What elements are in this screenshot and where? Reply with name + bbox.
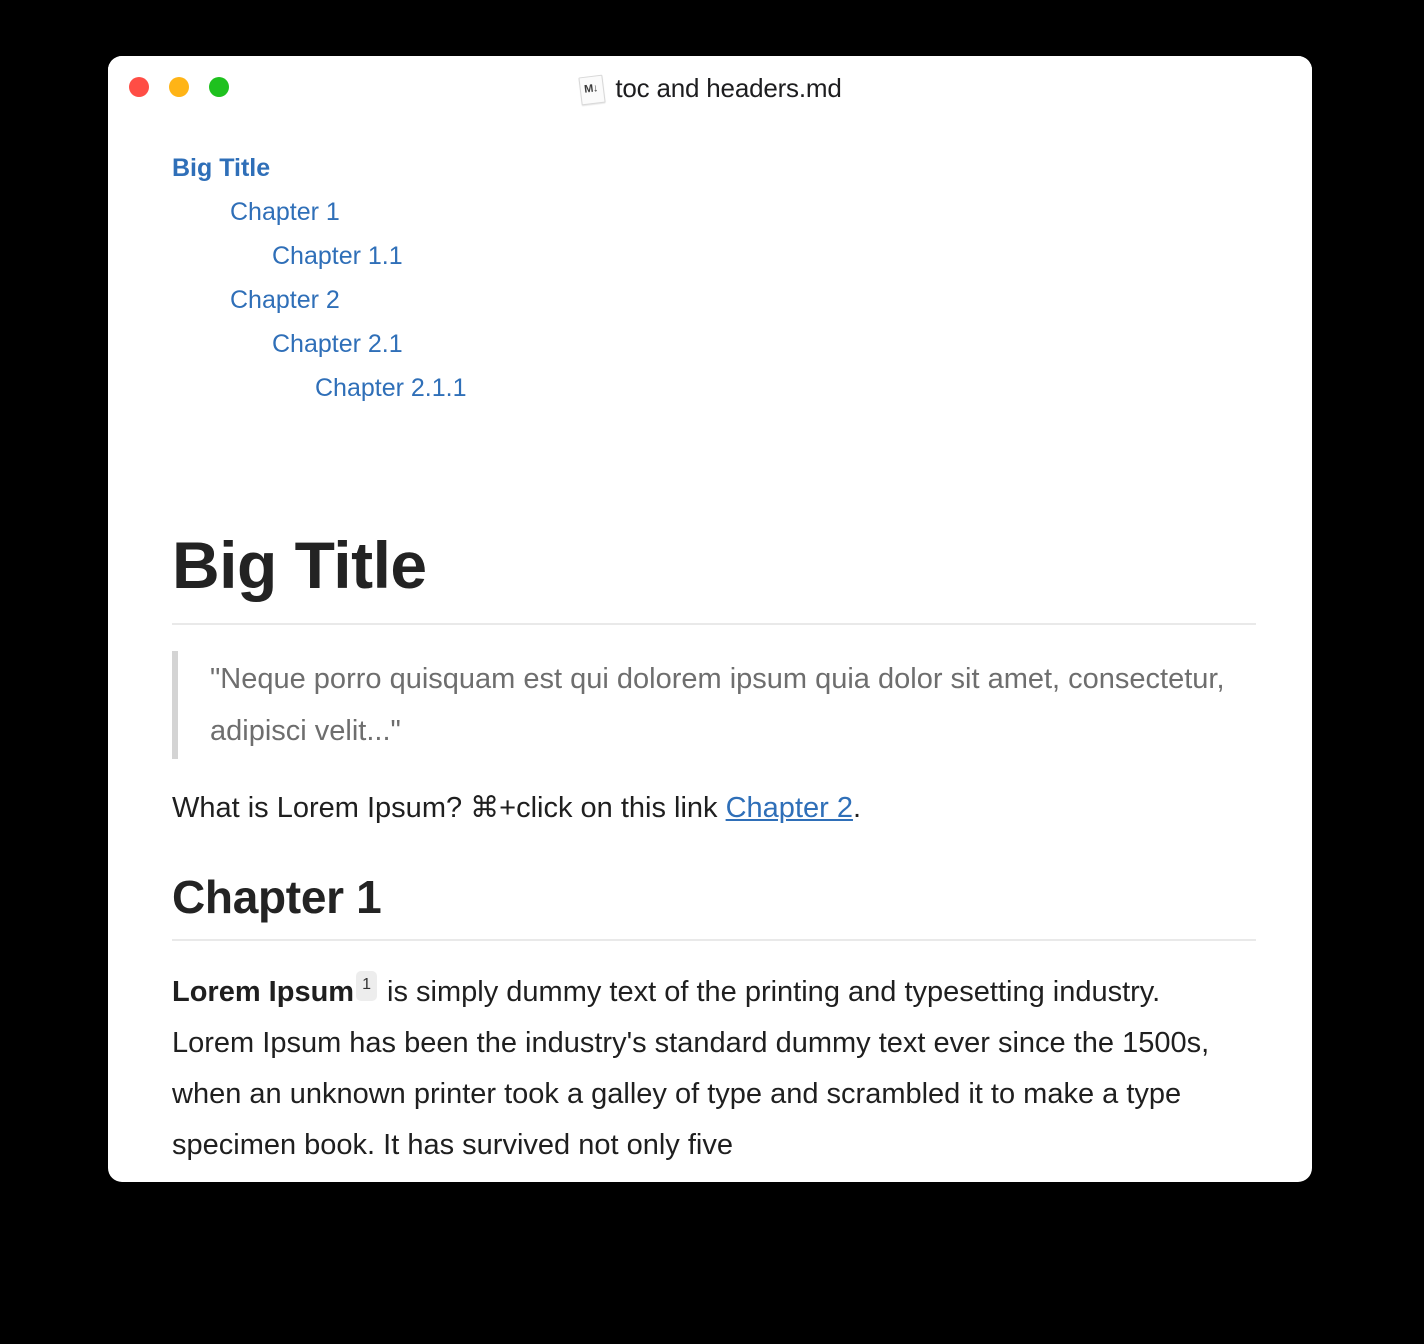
toc-item-chapter-2-1-1[interactable]: Chapter 2.1.1 [315, 366, 467, 410]
document-content: Big Title Chapter 1 Chapter 1.1 Chapter … [108, 118, 1312, 1171]
intro-text-after: . [852, 792, 862, 825]
close-window-button[interactable] [129, 77, 149, 97]
markdown-icon-glyph: M↓ [583, 81, 599, 96]
toc-spacer [172, 420, 1248, 520]
bold-lead-text: Lorem Ipsum [172, 975, 355, 1008]
minimize-window-button[interactable] [169, 77, 189, 97]
blockquote: "Neque porro quisquam est qui dolorem ip… [172, 651, 1240, 760]
window-title: toc and headers.md [615, 73, 842, 103]
document-window: M↓ toc and headers.md Big Title Chapter … [108, 56, 1312, 1182]
toc-item-chapter-2-1[interactable]: Chapter 2.1 [272, 322, 403, 366]
toc-item-chapter-2[interactable]: Chapter 2 [230, 278, 340, 322]
markdown-file-icon: M↓ [578, 74, 607, 105]
traffic-light-group [129, 77, 229, 97]
heading-rule-h1 [172, 623, 1256, 626]
intro-text-before: What is Lorem Ipsum? ⌘+click on this lin… [172, 792, 726, 825]
toc-item-chapter-1[interactable]: Chapter 1 [230, 190, 340, 234]
page-title: Big Title [172, 528, 427, 602]
chapter-2-link[interactable]: Chapter 2 [726, 792, 853, 824]
toc-item-big-title[interactable]: Big Title [172, 146, 270, 190]
table-of-contents: Big Title Chapter 1 Chapter 1.1 Chapter … [172, 118, 1248, 420]
window-titlebar[interactable]: M↓ toc and headers.md [108, 56, 1312, 118]
body-paragraph: Lorem Ipsum 1 is simply dummy text of the… [172, 967, 1248, 1171]
intro-paragraph: What is Lorem Ipsum? ⌘+click on this lin… [172, 783, 1248, 834]
footnote-reference[interactable]: 1 [356, 970, 377, 1001]
section-heading-chapter-1: Chapter 1 [172, 871, 382, 924]
heading-rule-h2 [172, 938, 1256, 941]
maximize-window-button[interactable] [209, 77, 229, 97]
toc-item-chapter-1-1[interactable]: Chapter 1.1 [272, 234, 403, 278]
window-title-group: M↓ toc and headers.md [108, 73, 1312, 105]
